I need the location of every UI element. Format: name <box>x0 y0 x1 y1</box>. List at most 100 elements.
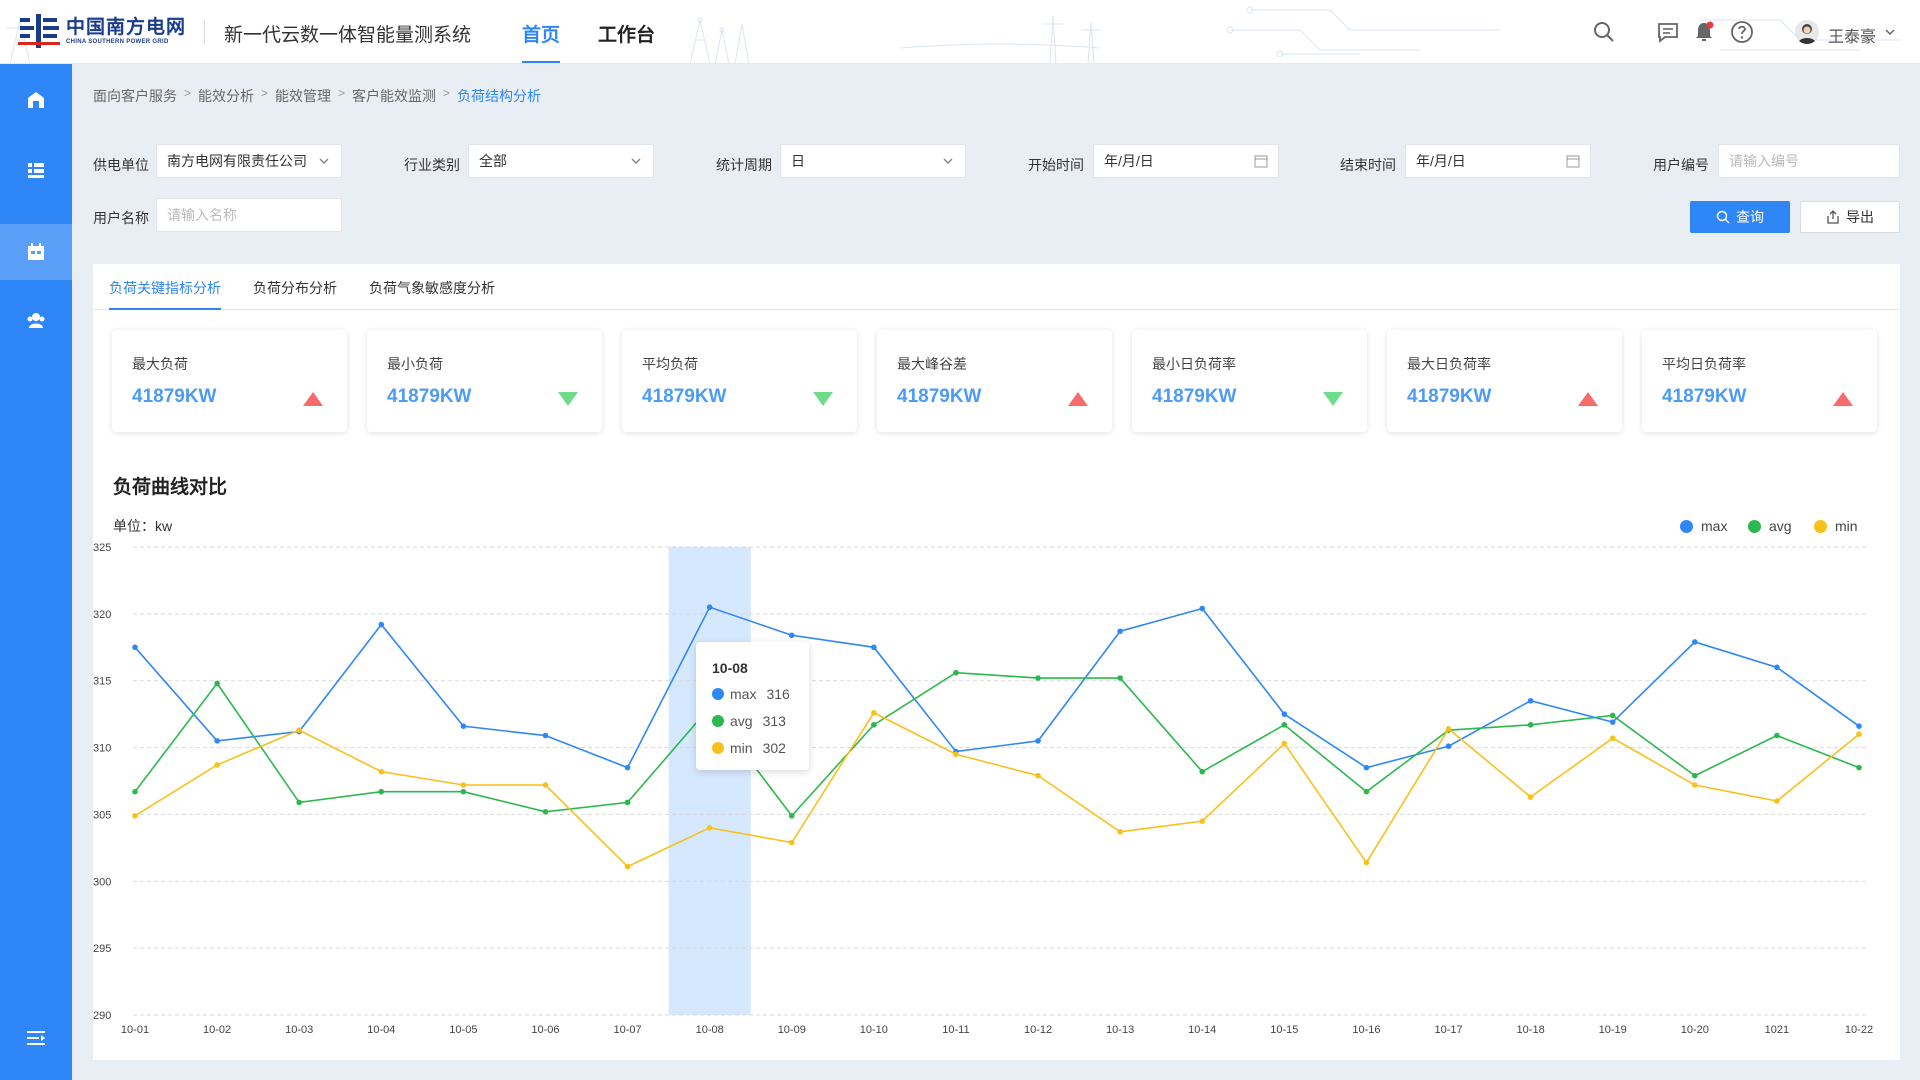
kpi-card[interactable]: 最大日负荷率 41879KW <box>1387 330 1622 432</box>
user-name-placeholder: 请输入名称 <box>167 207 237 223</box>
user-name-input[interactable]: 请输入名称 <box>156 198 342 232</box>
kpi-card[interactable]: 平均日负荷率 41879KW <box>1642 330 1877 432</box>
sidebar <box>0 64 72 1080</box>
query-button[interactable]: 查询 <box>1690 201 1790 233</box>
industry-value: 全部 <box>479 153 507 169</box>
user-no-label: 用户编号 <box>1653 157 1709 173</box>
data-point-min <box>1035 772 1041 779</box>
bell-icon[interactable] <box>1692 20 1716 44</box>
data-point-max <box>624 764 631 771</box>
data-point-max <box>1856 723 1862 729</box>
kpi-label: 最大日负荷率 <box>1407 356 1491 372</box>
sidebar-item-users[interactable] <box>0 292 72 348</box>
export-button[interactable]: 导出 <box>1800 201 1900 233</box>
period-select[interactable]: 日 <box>780 144 966 178</box>
kpi-card[interactable]: 最小负荷 41879KW <box>367 330 602 432</box>
trend-up-icon <box>1578 392 1598 406</box>
data-point-min <box>788 839 795 846</box>
breadcrumb-item[interactable]: 面向客户服务 <box>93 86 177 106</box>
tooltip-dot <box>712 742 724 754</box>
data-point-min <box>1527 794 1534 800</box>
sidebar-collapse-button[interactable] <box>0 1010 72 1066</box>
x-tick-label: 10-01 <box>121 1024 149 1036</box>
menu-collapse-icon <box>27 1031 45 1045</box>
data-point-max <box>378 621 385 628</box>
x-tick-label: 10-16 <box>1352 1024 1380 1036</box>
search-icon[interactable] <box>1592 20 1616 44</box>
kpi-card[interactable]: 最大负荷 41879KW <box>112 330 347 432</box>
industry-select[interactable]: 全部 <box>468 144 654 178</box>
data-point-avg <box>624 799 631 806</box>
kpi-value: 41879KW <box>897 386 982 407</box>
breadcrumb-separator: > <box>443 86 451 100</box>
brand-logo[interactable]: 中国南方电网 CHINA SOUTHERN POWER GRID <box>18 14 186 48</box>
supplier-select[interactable]: 南方电网有限责任公司 <box>156 144 342 178</box>
start-date-input[interactable]: 年/月/日 <box>1093 144 1279 178</box>
data-point-avg <box>1692 772 1698 779</box>
breadcrumb: 面向客户服务 > 能效分析 > 能效管理 > 客户能效监测 > 负荷结构分析 <box>93 86 541 106</box>
y-tick-label: 315 <box>93 676 111 688</box>
nav-tab-workbench[interactable]: 工作台 <box>598 20 655 63</box>
data-point-min <box>460 782 467 788</box>
kpi-card[interactable]: 最小日负荷率 41879KW <box>1132 330 1367 432</box>
data-point-avg <box>953 669 959 676</box>
breadcrumb-separator: > <box>338 86 346 100</box>
chevron-down-icon[interactable] <box>1884 26 1896 38</box>
end-time-label: 结束时间 <box>1340 157 1396 173</box>
y-tick-label: 305 <box>93 809 111 821</box>
data-point-avg <box>132 788 138 795</box>
breadcrumb-separator: > <box>261 86 269 100</box>
tooltip-row-avg: avg 313 <box>712 713 786 729</box>
message-icon[interactable] <box>1656 20 1680 44</box>
data-point-max <box>871 644 877 651</box>
kpi-value: 41879KW <box>1662 386 1747 407</box>
breadcrumb-item[interactable]: 能效分析 <box>198 86 254 106</box>
data-point-min <box>1445 726 1452 732</box>
data-point-avg <box>1117 675 1123 681</box>
calendar-icon <box>1566 155 1580 168</box>
x-tick-label: 10-11 <box>942 1024 969 1036</box>
kpi-label: 最大负荷 <box>132 356 188 372</box>
chevron-down-icon <box>943 158 953 164</box>
kpi-label: 最小负荷 <box>387 356 443 372</box>
chart-tooltip: 10-08 max 316 avg 313 min 302 <box>696 642 809 770</box>
data-point-avg <box>1609 712 1616 719</box>
data-point-max <box>788 632 795 639</box>
end-date-input[interactable]: 年/月/日 <box>1405 144 1591 178</box>
calendar-icon <box>28 243 44 260</box>
nav-tab-home[interactable]: 首页 <box>522 20 561 63</box>
trend-down-icon <box>813 392 833 406</box>
data-point-avg <box>460 788 467 795</box>
analysis-panel: 负荷关键指标分析 负荷分布分析 负荷气象敏感度分析 负荷曲线对比 单位：kw m… <box>93 264 1900 1060</box>
tooltip-series-name: max <box>730 686 757 702</box>
data-point-max <box>1609 719 1616 725</box>
user-no-input[interactable]: 请输入编号 <box>1718 144 1900 178</box>
system-title: 新一代云数一体智能量测系统 <box>224 25 472 46</box>
sidebar-item-home[interactable] <box>0 72 72 128</box>
user-name[interactable]: 王泰豪 <box>1828 23 1876 47</box>
kpi-card[interactable]: 平均负荷 41879KW <box>622 330 857 432</box>
data-point-avg <box>1527 722 1534 728</box>
data-point-max <box>1527 697 1534 704</box>
tooltip-dot <box>712 715 724 727</box>
data-point-min <box>132 812 138 819</box>
query-label: 查询 <box>1736 209 1764 225</box>
home-icon <box>28 92 44 108</box>
data-point-avg <box>1774 732 1780 739</box>
data-point-avg <box>378 788 385 795</box>
start-date-value: 年/月/日 <box>1104 153 1154 169</box>
kpi-card[interactable]: 最大峰谷差 41879KW <box>877 330 1112 432</box>
sidebar-item-list[interactable] <box>0 142 72 198</box>
tooltip-value: 313 <box>762 713 786 729</box>
breadcrumb-item[interactable]: 客户能效监测 <box>352 86 436 106</box>
x-tick-label: 1021 <box>1765 1024 1789 1036</box>
x-tick-label: 10-10 <box>860 1024 888 1036</box>
sidebar-item-calendar[interactable] <box>0 224 72 280</box>
tooltip-dot <box>712 688 724 700</box>
avatar[interactable] <box>1795 20 1819 44</box>
supplier-value: 南方电网有限责任公司 <box>167 153 307 169</box>
breadcrumb-item[interactable]: 能效管理 <box>275 86 331 106</box>
y-tick-label: 295 <box>93 943 111 955</box>
data-point-max <box>1363 764 1370 771</box>
help-icon[interactable] <box>1730 20 1754 44</box>
